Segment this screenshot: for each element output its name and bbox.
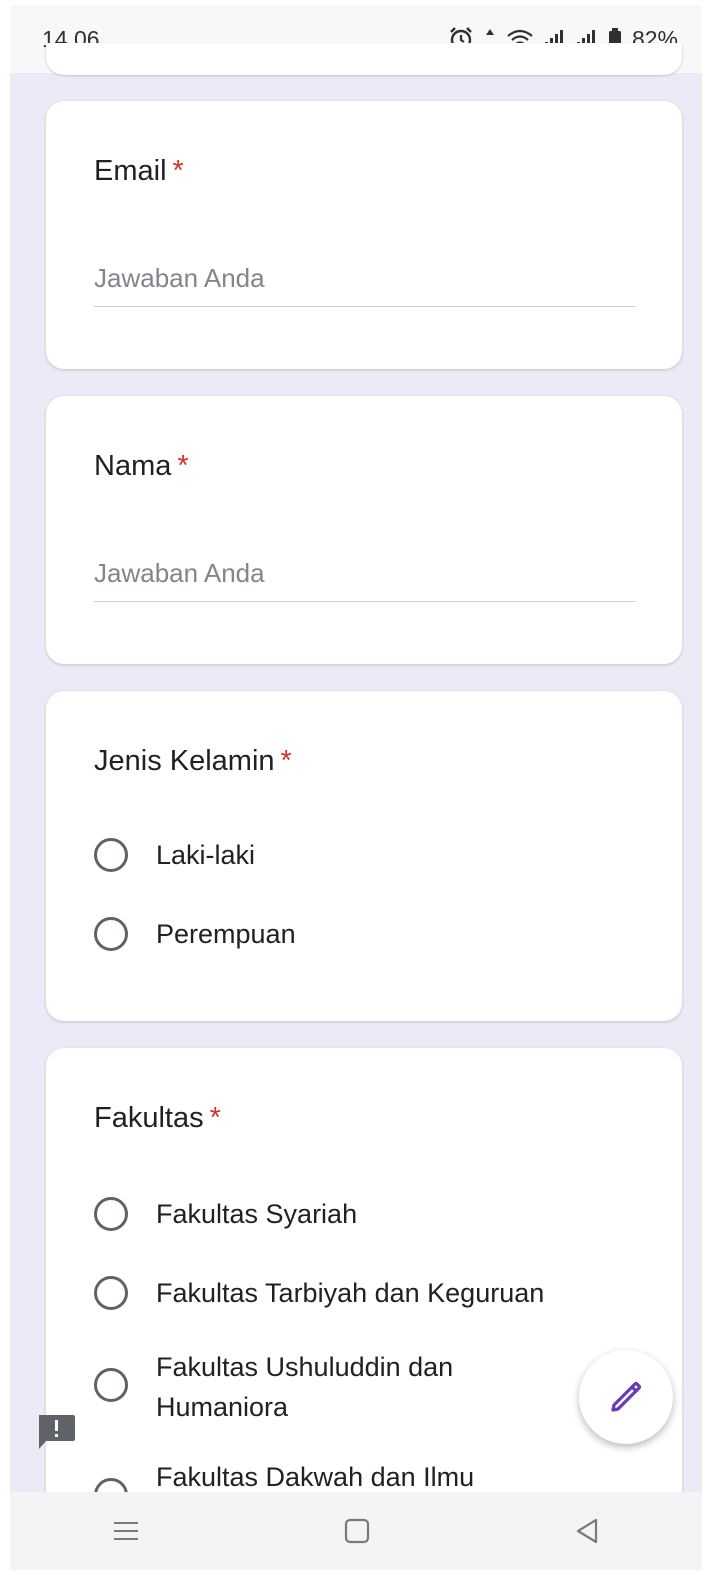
- question-title-text: Jenis Kelamin: [94, 745, 275, 777]
- radio-label: Fakultas Syariah: [156, 1199, 358, 1229]
- question-title-text: Fakultas: [94, 1102, 204, 1134]
- pencil-icon: [611, 1381, 642, 1412]
- question-title: Fakultas *: [94, 1102, 221, 1135]
- system-nav-bar: [10, 1492, 702, 1570]
- question-card-nama: Nama * Jawaban Anda: [46, 396, 682, 664]
- radio-option[interactable]: Laki-laki: [94, 835, 586, 875]
- question-title: Nama *: [94, 450, 189, 483]
- question-card-email: Email * Jawaban Anda: [46, 101, 682, 369]
- menu-icon[interactable]: [112, 1519, 140, 1543]
- name-field[interactable]: Jawaban Anda: [94, 558, 636, 602]
- required-mark: *: [177, 450, 189, 482]
- radio-option[interactable]: Fakultas Tarbiyah dan Keguruan: [94, 1273, 586, 1313]
- radio-button[interactable]: [94, 838, 128, 872]
- back-icon[interactable]: [574, 1517, 600, 1545]
- question-title-text: Nama: [94, 450, 172, 482]
- email-field[interactable]: Jawaban Anda: [94, 263, 636, 307]
- feedback-icon: [39, 1415, 75, 1449]
- question-title-text: Email: [94, 155, 167, 187]
- question-title: Email *: [94, 155, 184, 188]
- previous-card: [46, 43, 682, 75]
- radio-button[interactable]: [94, 917, 128, 951]
- question-title: Jenis Kelamin *: [94, 745, 292, 778]
- radio-option[interactable]: Fakultas Syariah: [94, 1194, 586, 1234]
- radio-option[interactable]: Perempuan: [94, 914, 586, 954]
- radio-label: Perempuan: [156, 919, 296, 949]
- radio-button[interactable]: [94, 1276, 128, 1310]
- radio-label: Fakultas Dakwah dan Ilmu: [156, 1462, 475, 1492]
- edit-fab-button[interactable]: [579, 1350, 673, 1444]
- required-mark: *: [209, 1102, 221, 1134]
- home-icon[interactable]: [343, 1517, 371, 1545]
- required-mark: *: [280, 745, 292, 777]
- required-mark: *: [172, 155, 184, 187]
- feedback-button[interactable]: [36, 1413, 76, 1451]
- question-card-gender: Jenis Kelamin * Laki-laki Perempuan: [46, 691, 682, 1021]
- radio-label: Fakultas Tarbiyah dan Keguruan: [156, 1278, 545, 1308]
- radio-option[interactable]: Fakultas Ushuluddin dan Humaniora: [94, 1347, 586, 1427]
- radio-button[interactable]: [94, 1368, 128, 1402]
- radio-button[interactable]: [94, 1197, 128, 1231]
- phone-screen: 14.06 82% Email * Jawaban Anda Nama * Ja…: [10, 5, 702, 1570]
- radio-label: Fakultas Ushuluddin dan Humaniora: [156, 1352, 454, 1422]
- radio-label: Laki-laki: [156, 840, 256, 870]
